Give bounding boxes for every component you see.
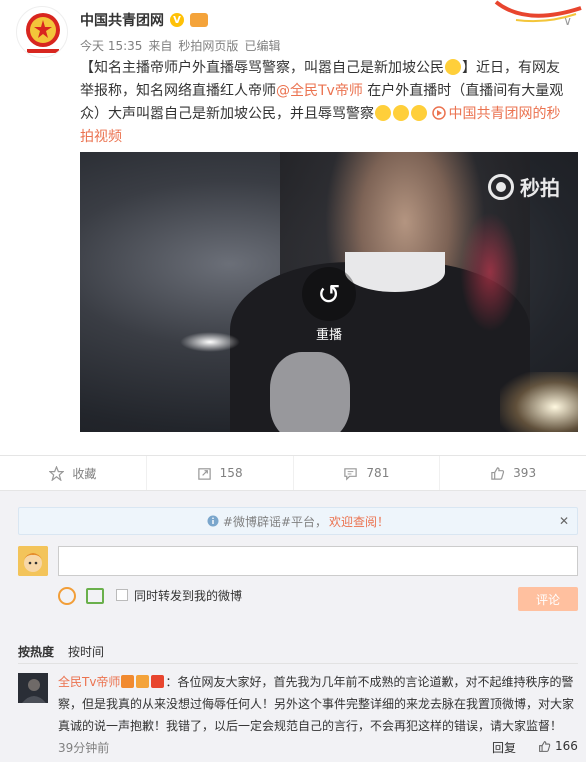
replay-label[interactable]: 重播 <box>302 324 356 343</box>
cartoon-avatar-icon <box>18 546 48 576</box>
repost-button[interactable]: 158 <box>147 456 294 490</box>
comment-section: #微博辟谣#平台， 欢迎查阅！ ✕ 同时转发到我的微博 评论 按热度 按时间 全… <box>0 491 586 762</box>
post-action-bar: 收藏 158 781 393 <box>0 455 586 491</box>
miaopai-logo-icon <box>488 173 514 200</box>
tab-sort-time[interactable]: 按时间 <box>68 643 104 660</box>
verified-badge-icon <box>121 675 135 688</box>
edited-label: 已编辑 <box>244 39 281 53</box>
vip-badge-icon <box>190 13 208 27</box>
video-player[interactable]: 秒拍 ↺ 重播 <box>80 152 578 432</box>
video-frame-collar <box>345 252 445 292</box>
post-source[interactable]: 秒拍网页版 <box>178 37 238 54</box>
emoji-picker-icon[interactable] <box>58 587 76 605</box>
mention-link[interactable]: @全民Tv帝师 <box>276 83 363 99</box>
favorite-label: 收藏 <box>72 466 97 481</box>
video-light <box>180 332 240 352</box>
star-icon <box>49 465 65 481</box>
comment-item: 全民Tv帝师 ：各位网友大家好，首先我为几年前不成熟的言论道歉，对不起维持秩序的警… <box>18 669 578 759</box>
comment-time: 39分钟前 <box>58 741 110 755</box>
video-light <box>500 372 578 432</box>
emoji-icon <box>375 105 391 121</box>
comment-like-button[interactable]: 166 <box>538 739 578 753</box>
video-link-icon <box>432 106 447 120</box>
comment-text: ：各位网友大家好，首先我为几年前不成熟的言论道歉，对不起维持秩序的警察，但是我真… <box>58 675 575 733</box>
miaopai-watermark: 秒拍 <box>488 172 560 201</box>
replay-button[interactable]: ↺ <box>302 267 356 321</box>
comment-sort-tabs: 按热度 按时间 <box>18 643 104 660</box>
favorite-button[interactable]: 收藏 <box>0 456 147 490</box>
comment-body: 全民Tv帝师 ：各位网友大家好，首先我为几年前不成熟的言论道歉，对不起维持秩序的警… <box>58 671 580 737</box>
comment-like-count: 166 <box>555 739 578 753</box>
close-icon[interactable]: ✕ <box>559 514 569 528</box>
post-meta: 今天 15:35 来自 秒拍网页版 已编辑 <box>80 37 280 54</box>
author-name-text[interactable]: 中国共青团网 <box>80 10 164 30</box>
cyl-logo-icon <box>26 13 60 53</box>
image-upload-icon[interactable] <box>86 588 104 604</box>
repost-icon <box>197 467 211 480</box>
comment-input[interactable] <box>58 546 578 576</box>
vip-badge-icon <box>136 675 150 688</box>
author-avatar[interactable] <box>16 6 68 58</box>
forward-label[interactable]: 同时转发到我的微博 <box>134 587 242 604</box>
video-frame-print <box>270 352 350 432</box>
emoji-icon <box>445 59 461 75</box>
reply-button[interactable]: 回复 <box>492 739 516 756</box>
video-light <box>460 212 520 332</box>
comment-count: 781 <box>366 466 390 480</box>
rumor-notice: #微博辟谣#平台， 欢迎查阅！ ✕ <box>18 507 578 535</box>
source-prefix: 来自 <box>148 39 173 53</box>
watermark-text: 秒拍 <box>520 176 560 200</box>
post-text: 【知名主播帝师户外直播辱骂警察，叫嚣自己是新加坡公民 】近日，有网友举报称，知名网… <box>80 57 572 149</box>
chevron-down-icon[interactable]: ∨ <box>563 14 572 28</box>
author-name[interactable]: 中国共青团网 V <box>80 10 208 30</box>
emoji-icon <box>393 105 409 121</box>
replay-icon: ↺ <box>317 277 341 311</box>
notice-text: #微博辟谣#平台， <box>222 514 328 529</box>
commenter-avatar-icon <box>18 673 48 703</box>
thumbs-up-icon <box>491 466 505 480</box>
like-button[interactable]: 393 <box>440 456 586 490</box>
comment-button[interactable]: 781 <box>294 456 441 490</box>
like-count: 393 <box>513 466 537 480</box>
repost-count: 158 <box>219 466 243 480</box>
verified-badge-icon: V <box>170 13 184 27</box>
my-avatar[interactable] <box>18 546 48 576</box>
forward-checkbox[interactable] <box>116 589 128 601</box>
comment-icon <box>344 467 358 481</box>
post-text-part1: 【知名主播帝师户外直播辱骂警察，叫嚣自己是新加坡公民 <box>80 60 444 76</box>
post-time[interactable]: 今天 15:35 <box>80 37 142 54</box>
commenter-name[interactable]: 全民Tv帝师 <box>58 675 120 689</box>
divider <box>18 663 578 664</box>
medal-badge-icon <box>151 675 165 688</box>
weibo-post: 中国共青团网 V ∨ 今天 15:35 来自 秒拍网页版 已编辑 【知名主播帝师… <box>0 0 586 455</box>
commenter-avatar[interactable] <box>18 673 48 703</box>
thumbs-up-icon <box>539 740 551 752</box>
tab-sort-hot[interactable]: 按热度 <box>18 643 54 660</box>
notice-link[interactable]: 欢迎查阅！ <box>329 513 389 530</box>
emoji-icon <box>411 105 427 121</box>
submit-comment-button[interactable]: 评论 <box>518 587 578 611</box>
info-icon <box>207 515 219 527</box>
